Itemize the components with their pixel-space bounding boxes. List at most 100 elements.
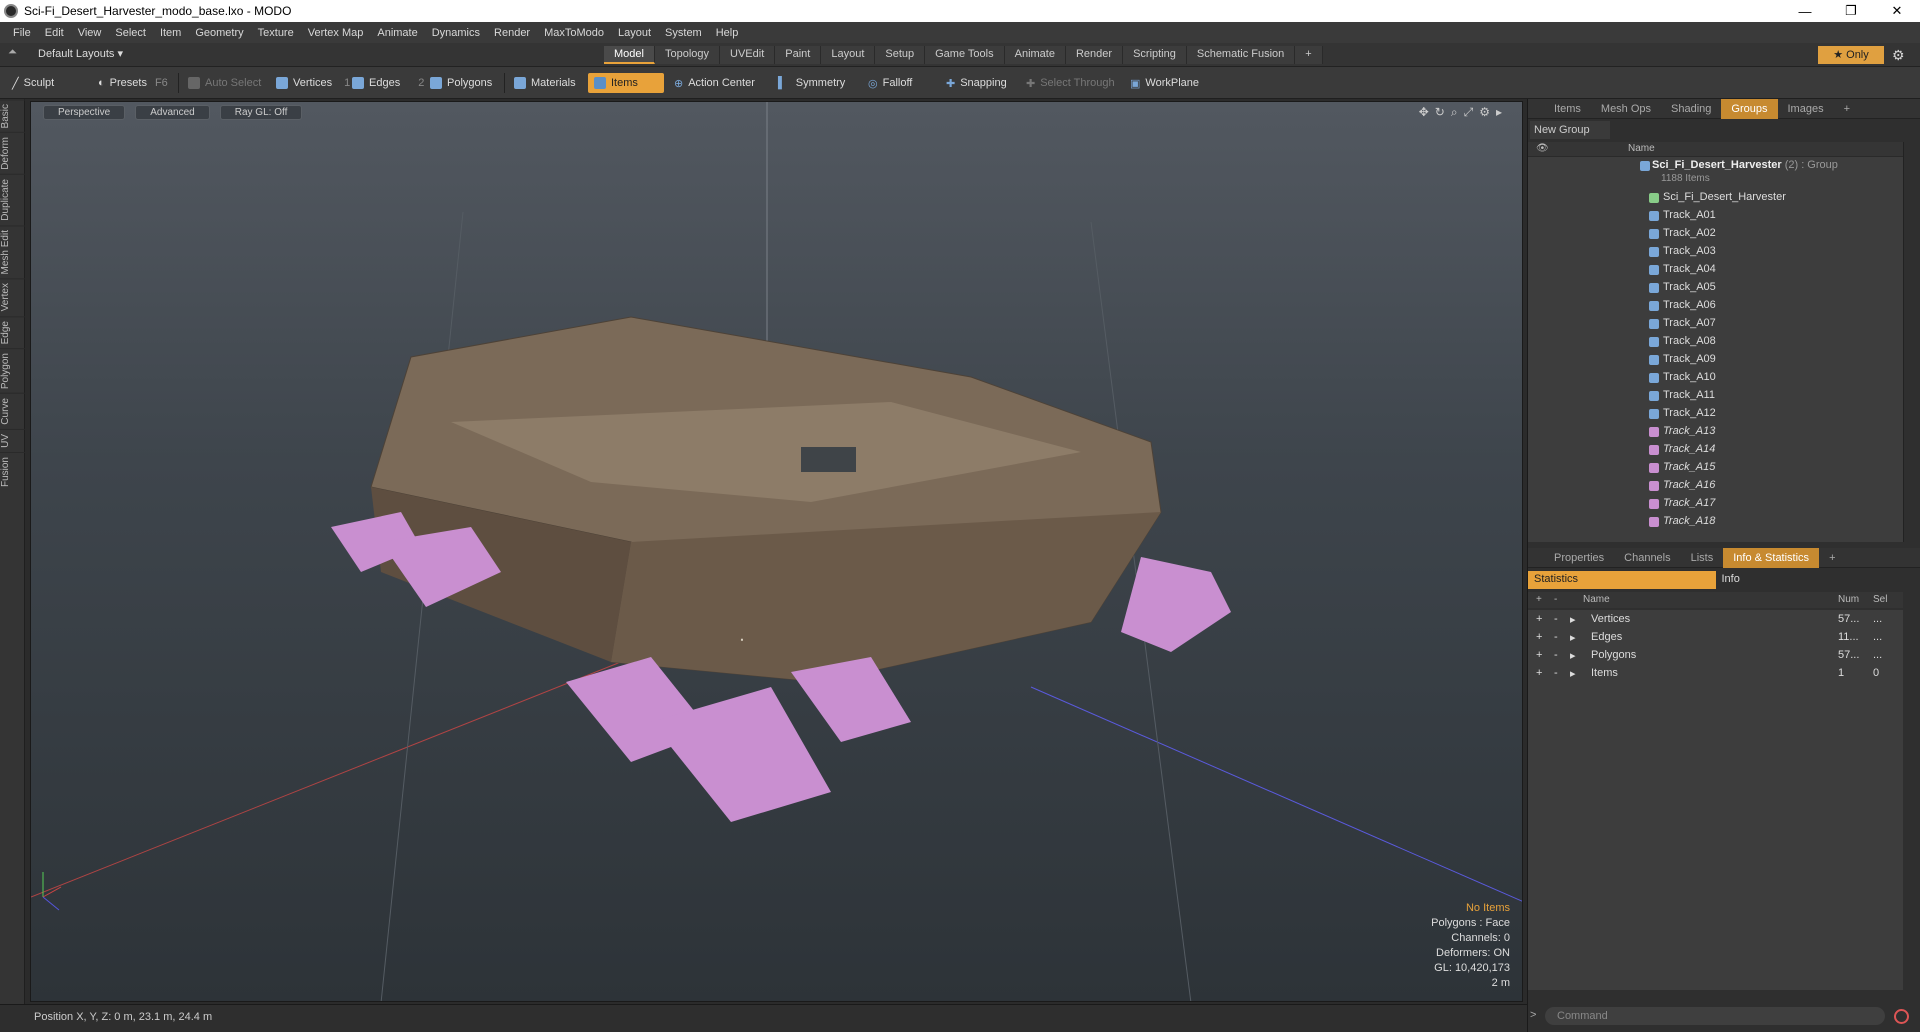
menu-render[interactable]: Render <box>487 27 537 39</box>
menu-help[interactable]: Help <box>709 27 746 39</box>
menu-animate[interactable]: Animate <box>370 27 424 39</box>
group-row[interactable]: Sci_Fi_Desert_Harvester (2) : Group 1188… <box>1528 157 1903 189</box>
table-row[interactable]: + - ▸ Edges 11...... <box>1528 628 1903 646</box>
list-item[interactable]: Track_A08 <box>1528 333 1903 351</box>
table-row[interactable]: + - ▸ Items 1 0 <box>1528 664 1903 682</box>
raygl-dropdown[interactable]: Ray GL: Off <box>219 104 303 120</box>
list-item[interactable]: Track_A05 <box>1528 279 1903 297</box>
viewport-settings-icon[interactable]: ⚙ <box>1479 105 1496 119</box>
tab-edge[interactable]: Edge <box>0 315 25 349</box>
falloff-button[interactable]: ◎ Falloff <box>862 73 918 93</box>
menu-file[interactable]: File <box>6 27 38 39</box>
add-tab-icon[interactable]: + <box>1834 99 1860 119</box>
expand-plus[interactable]: + <box>1536 631 1542 643</box>
chevron-right-icon[interactable]: ▸ <box>1570 613 1576 626</box>
menu-texture[interactable]: Texture <box>251 27 301 39</box>
list-item[interactable]: Track_A13 <box>1528 423 1903 441</box>
harvester-model[interactable]: ᐧ <box>331 316 1231 822</box>
tab-paint[interactable]: Paint <box>775 46 822 64</box>
advanced-dropdown[interactable]: Advanced <box>135 104 210 120</box>
add-tab-icon[interactable]: + <box>1819 548 1845 568</box>
vertices-button[interactable]: Vertices 1 <box>270 73 356 93</box>
record-macro-icon[interactable] <box>1894 1009 1909 1024</box>
list-item[interactable]: Track_A12 <box>1528 405 1903 423</box>
symmetry-button[interactable]: ▐ Symmetry <box>768 73 851 93</box>
tab-game-tools[interactable]: Game Tools <box>925 46 1005 64</box>
list-item[interactable]: Track_A03 <box>1528 243 1903 261</box>
menu-item[interactable]: Item <box>153 27 188 39</box>
command-input[interactable]: Command <box>1545 1007 1885 1025</box>
tab-setup[interactable]: Setup <box>875 46 926 64</box>
polygons-button[interactable]: Polygons <box>424 73 498 93</box>
list-item[interactable]: Track_A10 <box>1528 369 1903 387</box>
collapse-minus[interactable]: - <box>1554 613 1558 625</box>
list-item[interactable]: Track_A17 <box>1528 495 1903 513</box>
list-item[interactable]: Track_A06 <box>1528 297 1903 315</box>
table-row[interactable]: + - ▸ Polygons 57...... <box>1528 646 1903 664</box>
menu-system[interactable]: System <box>658 27 709 39</box>
menu-dynamics[interactable]: Dynamics <box>425 27 487 39</box>
only-button[interactable]: ★ Only <box>1818 46 1884 64</box>
perspective-dropdown[interactable]: Perspective <box>43 104 126 120</box>
list-item[interactable]: Sci_Fi_Desert_Harvester <box>1528 189 1903 207</box>
menu-layout[interactable]: Layout <box>611 27 658 39</box>
tab-polygon[interactable]: Polygon <box>0 348 25 394</box>
chevron-right-icon[interactable]: ▸ <box>1570 667 1576 680</box>
minimize-button[interactable]: — <box>1782 0 1828 22</box>
remove-column-icon[interactable]: - <box>1554 594 1557 605</box>
tab-layout[interactable]: Layout <box>821 46 876 64</box>
tab-mesh-ops[interactable]: Mesh Ops <box>1591 99 1661 119</box>
layouts-dropdown[interactable]: Default Layouts ▾ <box>38 47 123 60</box>
tab-topology[interactable]: Topology <box>654 46 721 64</box>
tab-groups[interactable]: Groups <box>1721 98 1778 119</box>
expand-plus[interactable]: + <box>1536 613 1542 625</box>
auto-select-button[interactable]: Auto Select <box>182 73 267 93</box>
tab-images[interactable]: Images <box>1778 99 1834 119</box>
tab-scripting[interactable]: Scripting <box>1123 46 1187 64</box>
tab-animate[interactable]: Animate <box>1004 46 1066 64</box>
list-item[interactable]: Track_A04 <box>1528 261 1903 279</box>
fit-icon[interactable]: ⤢ <box>1464 105 1480 119</box>
tab-statistics[interactable]: Statistics <box>1528 571 1716 589</box>
presets-button[interactable]: ◐ Presets F6 <box>92 73 172 93</box>
menu-maxtomodo[interactable]: MaxToModo <box>537 27 611 39</box>
list-item[interactable]: Track_A15 <box>1528 459 1903 477</box>
add-tab-icon[interactable]: + <box>1295 46 1323 64</box>
3d-viewport[interactable]: ᐧ Perspective Advanced Ray GL: Off ✥↻⌕⤢⚙… <box>30 101 1523 1002</box>
sculpt-button[interactable]: ╱ Sculpt <box>6 73 90 93</box>
tab-items[interactable]: Items <box>1544 99 1591 119</box>
collapse-icon[interactable]: ⏶ <box>8 46 17 59</box>
tab-basic[interactable]: Basic <box>0 99 25 133</box>
list-item[interactable]: Track_A14 <box>1528 441 1903 459</box>
list-item[interactable]: Track_A09 <box>1528 351 1903 369</box>
tab-lists[interactable]: Lists <box>1681 548 1724 568</box>
zoom-icon[interactable]: ⌕ <box>1451 105 1464 119</box>
tab-render[interactable]: Render <box>1065 46 1124 64</box>
table-row[interactable]: + - ▸ Vertices 57...... <box>1528 610 1903 628</box>
tab-mesh-edit[interactable]: Mesh Edit <box>0 224 25 279</box>
rotate-icon[interactable]: ↻ <box>1435 105 1451 119</box>
snapping-button[interactable]: ✚ Snapping <box>940 73 1013 93</box>
tab-model[interactable]: Model <box>604 46 655 64</box>
list-item[interactable]: Track_A07 <box>1528 315 1903 333</box>
list-item[interactable]: Track_A02 <box>1528 225 1903 243</box>
chevron-right-icon[interactable]: ▸ <box>1570 631 1576 644</box>
groups-scrollbar[interactable] <box>1903 142 1915 542</box>
menu-vertex-map[interactable]: Vertex Map <box>301 27 371 39</box>
menu-select[interactable]: Select <box>108 27 153 39</box>
new-group-button[interactable]: New Group <box>1530 121 1610 139</box>
list-item[interactable]: Track_A11 <box>1528 387 1903 405</box>
tab-vertex[interactable]: Vertex <box>0 278 25 316</box>
expand-plus[interactable]: + <box>1536 667 1542 679</box>
items-button[interactable]: Items <box>588 73 664 93</box>
menu-view[interactable]: View <box>71 27 109 39</box>
list-item[interactable]: Track_A01 <box>1528 207 1903 225</box>
tab-curve[interactable]: Curve <box>0 393 25 429</box>
tab-channels[interactable]: Channels <box>1614 548 1680 568</box>
tab-info-statistics[interactable]: Info & Statistics <box>1723 547 1820 568</box>
workplane-button[interactable]: ▣ WorkPlane <box>1124 73 1205 93</box>
tab-properties[interactable]: Properties <box>1544 548 1614 568</box>
close-button[interactable]: ✕ <box>1874 0 1920 22</box>
chevron-right-icon[interactable]: ▸ <box>1570 649 1576 662</box>
tab-deform[interactable]: Deform <box>0 132 25 175</box>
